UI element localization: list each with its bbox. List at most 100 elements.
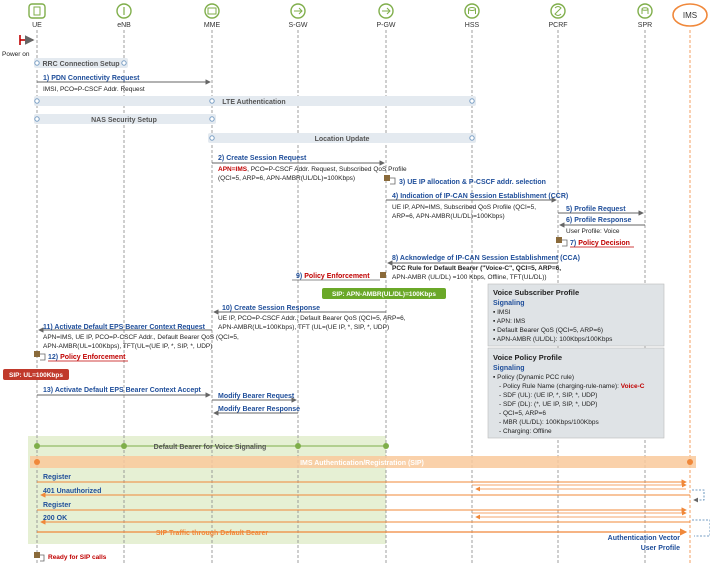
msg-1-label: 1) PDN Connectivity Request [43,75,140,82]
msg-2-label: 2) Create Session Request [218,155,307,162]
msg-11-detail1: APN=IMS, UE IP, PCO=P-CSCF Addr., Defaul… [43,334,239,341]
power-on: Power on [2,35,35,58]
vpp-line: - SDF (DL): (*, UE IP, SIP, *, UDP) [499,401,597,408]
actor-headers: UE eNB MME S-GW P-GW HSS PCRF SPR IMS [28,3,708,29]
modify-bearer: Modify Bearer Request Modify Bearer Resp… [212,393,300,416]
msg-8-detail1: PCC Rule for Default Bearer ("Voice-C", … [392,265,561,272]
actor-spr-label: SPR [638,22,652,29]
ue-icon [28,3,46,19]
vpp-rule: - Policy Rule Name (charging-rule-name):… [499,383,645,390]
msg-5: 5) Profile Request [558,206,644,216]
actor-sgw: S-GW [288,3,308,29]
location-bar-label: Location Update [315,136,370,143]
vpp-line: - Charging: Offline [499,428,552,435]
msg-1: 1) PDN Connectivity Request IMSI, PCO=P-… [37,75,211,93]
ue-sip-badge: SIP: UL=100Kbps [3,369,69,380]
actor-hss: HSS [464,3,480,29]
msg-2-detail1: APN=IMS, PCO=P-CSCF Addr. Request, Subsc… [218,166,407,173]
msg-10: 10) Create Session Response UE IP, PCO=P… [213,305,406,331]
msg-8-label: 8) Acknowledge of IP-CAN Session Establi… [392,255,580,262]
msg-13: 13) Activate Default EPS Bearer Context … [37,387,211,398]
pgw-sip-badge-label: SIP: APN-AMBR(UL/DL)=100Kbps [332,291,436,298]
msg-10-detail2: APN-AMBR(UL=100Kbps), TFT (UL=(UE IP, *,… [218,324,389,331]
nas-bar: NAS Security Setup [34,114,216,124]
lte-auth-bar-label: LTE Authentication [222,99,285,106]
actor-spr: SPR [637,3,653,29]
rrc-bar-label: RRC Connection Setup [43,61,120,68]
msg-7-label: 7) Policy Decision [570,240,630,247]
auth-vector-label: Authentication Vector [608,535,681,542]
msg-2-detail2: (QCI=5, ARP=6, APN-AMBR(UL/DL)=100Kbps) [218,175,355,182]
msg-8: 8) Acknowledge of IP-CAN Session Establi… [387,255,580,281]
actor-pgw: P-GW [376,3,396,29]
vpp-policy: ▪ Policy (Dynamic PCC rule) [493,374,574,381]
msg-10-detail1: UE IP, PCO=P-CSCF Addr., Default Bearer … [218,315,406,322]
actor-mme: MME [204,3,221,29]
vsp-line: ▪ APN: IMS [493,318,526,325]
msg-4: 4) Indication of IP-CAN Session Establis… [386,193,568,220]
msg-11-label: 11) Activate Default EPS Bearer Context … [43,324,206,331]
ue-sip-badge-label: SIP: UL=100Kbps [9,372,63,379]
user-profile-label: User Profile [641,545,680,552]
vpp-line: - QCI=5, ARP=6 [499,410,546,417]
msg-10-label: 10) Create Session Response [222,305,320,312]
vsp-title: Voice Subscriber Profile [493,288,579,297]
vsp-subtitle: Signaling [493,300,525,307]
msg-6: 6) Profile Response User Profile: Voice [559,217,645,235]
msg-7: 7) Policy Decision [556,237,634,248]
ims-auth-bar: IMS Authentication/Registration (SIP) [30,456,696,468]
mme-icon [204,3,220,19]
msg-6-label: 6) Profile Response [566,217,631,224]
actor-pcrf-label: PCRF [548,22,567,29]
location-bar: Location Update [208,133,476,143]
msg-1-detail: IMSI, PCO=P-CSCF Addr. Request [43,86,145,93]
actor-pgw-label: P-GW [376,22,395,29]
modify-response-label: Modify Bearer Response [218,406,300,413]
msg-3-label: 3) UE IP allocation & P-CSCF addr. selec… [399,179,546,186]
ok-label: 200 OK [43,515,67,522]
msg-6-detail: User Profile: Voice [566,228,620,235]
msg-4-label: 4) Indication of IP-CAN Session Establis… [392,193,568,200]
msg-5-label: 5) Profile Request [566,206,626,213]
actor-enb: eNB [116,3,132,29]
vpp-subtitle: Signaling [493,365,525,372]
vsp-line: ▪ Default Bearer QoS (QCI=5, ARP=6) [493,327,603,334]
actor-enb-label: eNB [117,22,131,29]
actor-ue: UE [28,3,46,29]
lte-auth-bar: LTE Authentication [34,96,476,106]
actor-pcrf: PCRF [548,3,568,29]
msg-4-detail2: ARP=6, APN-AMBR(UL/DL)=100Kbps) [392,213,505,220]
vpp-line: - MBR (UL/DL): 100Kbps/100Kbps [499,419,599,426]
power-on-label: Power on [2,51,30,58]
msg-8-detail2: APN-AMBR (UL/DL) =100 Kbps, Offline, TFT… [392,274,547,281]
msg-9: 9) Policy Enforcement [292,272,386,281]
actor-hss-label: HSS [465,22,480,29]
voice-subscriber-profile-box: Voice Subscriber Profile Signaling ▪ IMS… [487,283,665,347]
vpp-title: Voice Policy Profile [493,353,562,362]
nas-bar-label: NAS Security Setup [91,117,157,124]
spr-icon [637,3,653,19]
voice-policy-profile-box: Voice Policy Profile Signaling ▪ Policy … [487,347,665,439]
msg-13-label: 13) Activate Default EPS Bearer Context … [43,387,201,394]
register-2-label: Register [43,502,71,509]
pgw-sip-badge: SIP: APN-AMBR(UL/DL)=100Kbps [322,288,446,299]
actor-ue-label: UE [32,22,42,29]
msg-11: 11) Activate Default EPS Bearer Context … [38,324,239,350]
vsp-line: ▪ APN-AMBR (UL/DL): 100Kbps/100Kbps [493,336,613,343]
modify-request-label: Modify Bearer Request [218,393,295,400]
ims-auth-label: IMS Authentication/Registration (SIP) [300,460,424,467]
unauthorized-label: 401 Unauthorized [43,488,101,495]
sip-traffic-label: SIP Traffic through Default Bearer [156,530,269,537]
msg-9-label: 9) Policy Enforcement [296,273,370,280]
msg-11-detail2: APN-AMBR(UL=100Kbps), TFT(UL=(UE IP, *, … [43,343,212,350]
actor-ims: IMS [672,3,708,27]
actor-mme-label: MME [204,22,221,29]
actor-ims-label: IMS [683,11,697,20]
ready-for-sip: Ready for SIP calls [34,552,107,562]
register-1-label: Register [43,474,71,481]
rrc-bar: RRC Connection Setup [34,58,128,68]
vpp-line: - SDF (UL): (UE IP, *, SIP, *, UDP) [499,392,597,399]
msg-12: 12) Policy Enforcement [34,351,128,362]
msg-4-detail1: UE IP, APN=IMS, Subscribed QoS Profile (… [392,204,536,211]
actor-sgw-label: S-GW [288,22,307,29]
